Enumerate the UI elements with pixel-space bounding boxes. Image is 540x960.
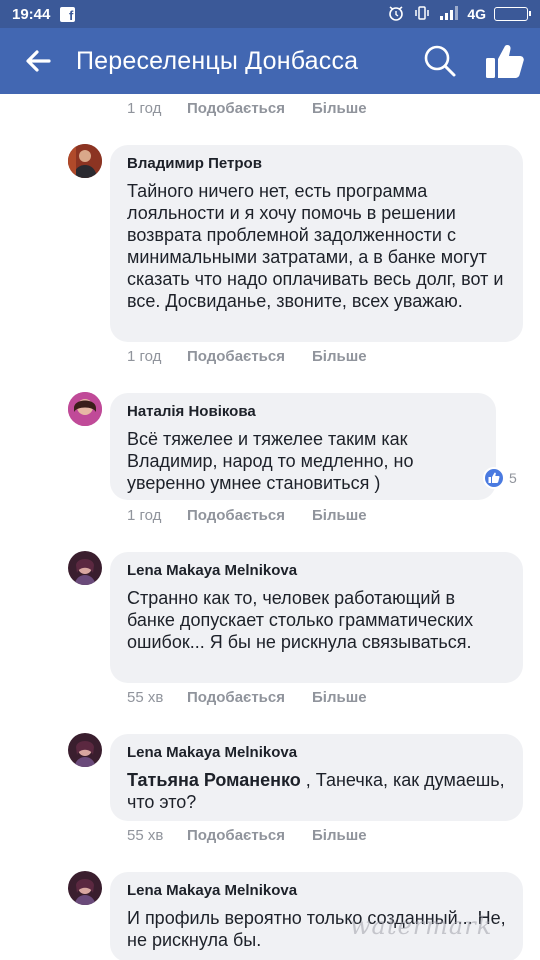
comment-time: 1 год [127,100,162,117]
comment-bubble: Владимир Петров Тайного ничего нет, есть… [110,145,523,342]
comment-author[interactable]: Владимир Петров [127,155,506,172]
comment-time: 55 хв [127,689,164,706]
comment-bubble: Lena Makaya Melnikova Странно как то, че… [110,552,523,683]
status-right: 4G [387,4,531,25]
back-button[interactable] [0,28,76,94]
more-button[interactable]: Більше [312,507,367,524]
more-button[interactable]: Більше [312,100,367,117]
comment-text: Татьяна Романенко , Танечка, как думаешь… [127,769,506,813]
comment-actions: 1 год Подобається Більше [127,100,367,117]
network-type: 4G [467,6,486,22]
search-icon [424,45,456,77]
comment-time: 1 год [127,507,162,524]
facebook-notification-icon: f [60,6,76,22]
avatar[interactable] [68,871,102,905]
comment-bubble: Наталія Новікова Всё тяжелее и тяжелее т… [110,393,496,500]
comments-feed[interactable]: 1 год Подобається Більше Владимир Петров… [0,94,540,960]
comment-text: Всё тяжелее и тяжелее таким как Владимир… [127,429,414,493]
vibrate-icon [413,4,431,25]
comment-actions: 55 хв Подобається Більше [127,689,367,706]
avatar[interactable] [68,733,102,767]
comment-actions: 55 хв Подобається Більше [127,827,367,844]
comment-time: 1 год [127,348,162,365]
like-page-button[interactable] [470,28,540,94]
comment-author[interactable]: Lena Makaya Melnikova [127,744,506,761]
comment-actions: 1 год Подобається Більше [127,348,367,365]
signal-icon [439,5,459,24]
comment-time: 55 хв [127,827,164,844]
avatar[interactable] [68,144,102,178]
status-bar: 19:44 f 4G [0,0,540,28]
more-button[interactable]: Більше [312,827,367,844]
mention-link[interactable]: Татьяна Романенко [127,770,301,790]
status-time: 19:44 [12,5,51,23]
comment-text: Странно как то, человек работающий в бан… [127,588,474,652]
comment-author[interactable]: Наталія Новікова [127,403,479,420]
page-title: Переселенцы Донбасса [76,46,359,75]
like-comment-button[interactable]: Подобається [187,348,312,365]
like-reaction-icon [483,467,505,489]
like-comment-button[interactable]: Подобається [187,507,312,524]
app-header: Переселенцы Донбасса [0,28,540,94]
comment-actions: 1 год Подобається Більше [127,507,367,524]
like-comment-button[interactable]: Подобається [187,100,312,117]
comment-text: Тайного ничего нет, есть программа лояль… [127,181,504,311]
like-comment-button[interactable]: Подобається [187,689,312,706]
more-button[interactable]: Більше [312,689,367,706]
like-comment-button[interactable]: Подобається [187,827,312,844]
search-button[interactable] [410,28,470,94]
watermark: watermark [350,912,493,940]
reaction-summary[interactable]: 5 [483,467,517,489]
avatar[interactable] [68,392,102,426]
battery-icon [494,7,531,21]
reaction-count: 5 [509,470,517,486]
thumbs-up-icon [486,45,524,78]
comment-author[interactable]: Lena Makaya Melnikova [127,882,506,899]
alarm-icon [387,4,405,25]
more-button[interactable]: Більше [312,348,367,365]
avatar[interactable] [68,551,102,585]
arrow-left-icon [26,50,51,72]
status-left: 19:44 f [12,5,76,23]
comment-bubble: Lena Makaya Melnikova Татьяна Романенко … [110,734,523,821]
comment-author[interactable]: Lena Makaya Melnikova [127,562,506,579]
